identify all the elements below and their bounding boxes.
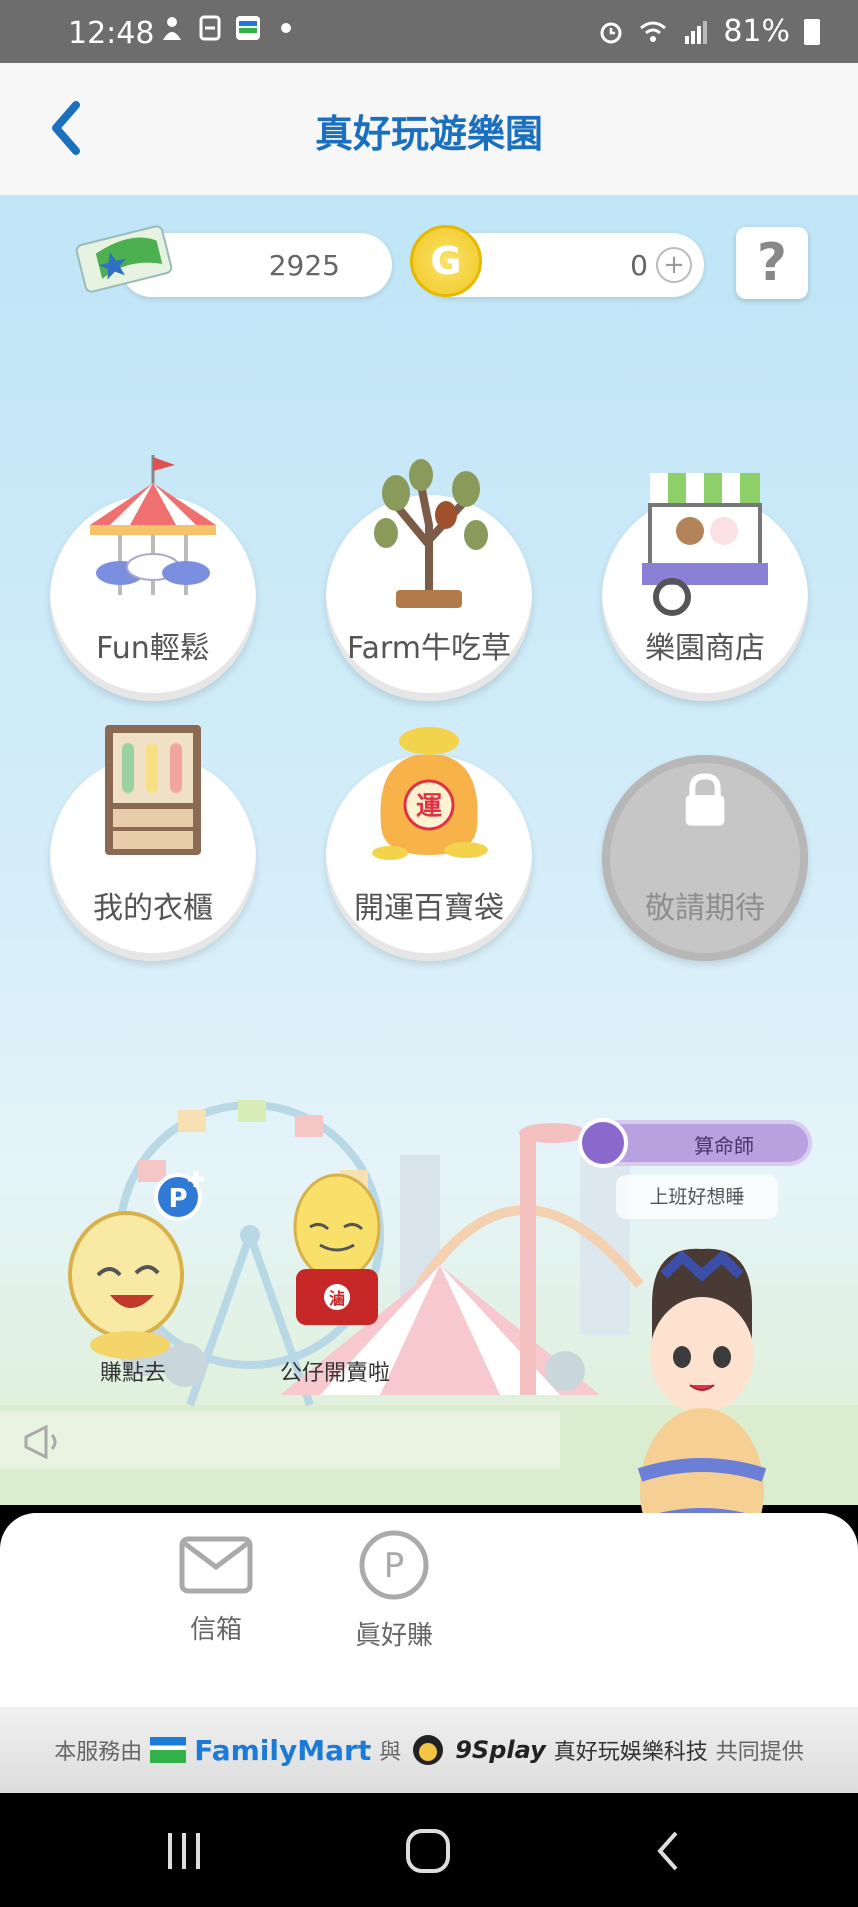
npc-earn-label: 賺點去 [100, 1361, 167, 1386]
tile-label: Fun輕鬆 [96, 631, 210, 666]
back-nav-icon[interactable] [652, 1829, 684, 1873]
person-notification-icon [163, 17, 181, 40]
add-coins-button[interactable]: + [656, 247, 692, 283]
footer-and: 與 [379, 1740, 402, 1765]
footer-company: 真好玩娛樂科技 [553, 1740, 708, 1765]
park-scene: 2925 0 G + ? Fun輕鬆 Farm牛吃草 樂園商店 我的衣櫃 運 開… [0, 195, 858, 1662]
star-icon [578, 1118, 628, 1168]
alarm-icon [600, 22, 622, 43]
tile-label: 我的衣櫃 [93, 891, 213, 926]
tile-label: 樂園商店 [645, 631, 765, 666]
page-title: 真好玩遊樂園 [314, 112, 543, 156]
shop-cart-icon [642, 473, 768, 616]
tile-park-shop[interactable]: 樂園商店 [602, 473, 808, 701]
carousel-icon [90, 455, 216, 595]
tile-wardrobe[interactable]: 我的衣櫃 [50, 725, 256, 961]
points-letter: P [384, 1546, 405, 1586]
points-badge-icon: P [154, 1171, 204, 1221]
ticket-count: 2925 [268, 249, 340, 282]
play-brand: 9Splay [455, 1736, 546, 1764]
familymart-name: FamilyMart [194, 1733, 372, 1767]
signal-icon [685, 20, 708, 44]
sponsor-footer: 本服務由 FamilyMart 與 9Splay 真好玩娛樂科技 共同提供 [0, 1707, 858, 1793]
familymart-logo-icon [150, 1737, 187, 1763]
battery-percent: 81% [723, 14, 790, 49]
fortune-teller-tag[interactable]: 算命師 [578, 1118, 812, 1168]
mailbox-label: 信箱 [189, 1615, 242, 1645]
coin-count: 0 [630, 249, 648, 282]
document-notification-icon [199, 15, 221, 41]
megaphone-icon[interactable] [20, 1421, 68, 1463]
status-time: 12:48 [68, 16, 155, 51]
tile-label: Farm牛吃草 [347, 631, 511, 666]
avatar-speech-bubble: 上班好想睡 [616, 1175, 778, 1219]
earn-points-button[interactable]: P 眞好賺 [334, 1529, 454, 1652]
money-bag-icon: 運 [372, 727, 488, 860]
app-header: 真好玩遊樂園 [0, 63, 858, 195]
envelope-icon [179, 1536, 253, 1594]
recent-apps-icon[interactable] [162, 1829, 206, 1871]
tile-fun-relax[interactable]: Fun輕鬆 [50, 455, 256, 701]
help-button[interactable]: ? [736, 227, 808, 299]
tile-lucky-bag[interactable]: 運 開運百寶袋 [326, 727, 532, 961]
fortune-teller-label: 算命師 [694, 1134, 754, 1158]
dot-icon [281, 23, 291, 33]
status-bar: 12:48 81% [0, 0, 858, 63]
earn-label: 眞好賺 [354, 1621, 433, 1651]
app-notification-icon [236, 16, 260, 40]
tile-label: 開運百寶袋 [354, 891, 504, 926]
bag-character: 運 [416, 792, 442, 822]
mailbox-button[interactable]: 信箱 [156, 1535, 276, 1646]
system-navigation-bar [0, 1793, 858, 1907]
egg-pot-mascot-sell[interactable]: 滷 [282, 1165, 392, 1345]
tile-farm[interactable]: Farm牛吃草 [326, 459, 532, 701]
gold-coin-icon: G [410, 225, 482, 297]
coin-symbol: G [430, 239, 462, 283]
home-icon[interactable] [404, 1827, 452, 1875]
points-badge-letter: P [168, 1184, 187, 1214]
wardrobe-icon [105, 725, 201, 855]
battery-icon [804, 18, 820, 45]
bottom-action-panel: 信箱 P 眞好賺 [0, 1513, 858, 1707]
tree-icon [374, 459, 488, 608]
monkey-logo-icon [413, 1735, 444, 1765]
npc-sell-label: 公仔開賣啦 [280, 1361, 391, 1386]
tile-coming-soon: 敬請期待 [602, 755, 808, 961]
footer-suffix: 共同提供 [715, 1740, 804, 1765]
wifi-icon [640, 21, 667, 42]
tile-label: 敬請期待 [645, 891, 765, 926]
lock-icon [685, 773, 725, 826]
points-circle-icon: P [359, 1530, 429, 1600]
system-icons: 81% [597, 14, 820, 49]
footer-prefix: 本服務由 [54, 1740, 143, 1765]
notification-icons [158, 14, 300, 42]
pot-character: 滷 [329, 1289, 345, 1308]
